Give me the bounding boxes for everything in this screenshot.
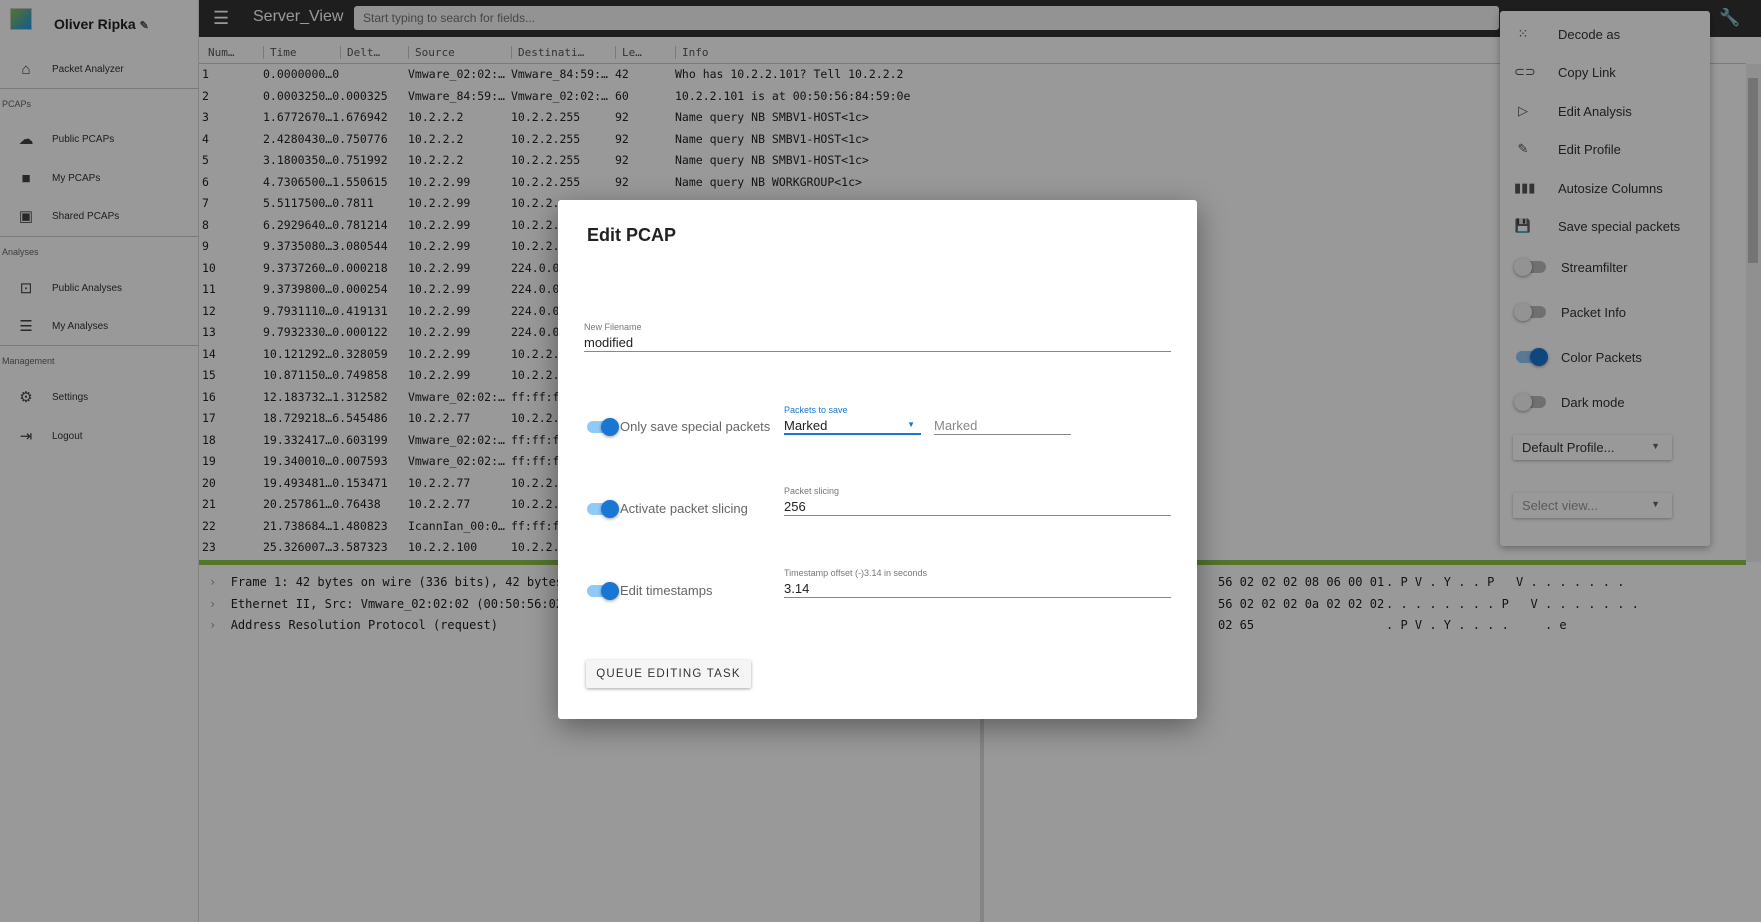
edit-timestamps-switch[interactable] xyxy=(587,582,619,600)
queue-editing-task-button[interactable]: QUEUE EDITING TASK xyxy=(586,660,751,688)
special-packets-switch[interactable] xyxy=(587,418,619,436)
edit-timestamps-label: Edit timestamps xyxy=(620,583,713,598)
marked-field[interactable]: Marked xyxy=(934,405,1071,435)
timestamp-offset-field[interactable]: Timestamp offset (-)3.14 in seconds 3.14 xyxy=(784,568,1171,598)
dialog-title: Edit PCAP xyxy=(587,225,677,245)
chevron-down-icon: ▼ xyxy=(907,420,915,429)
packet-slicing-label: Activate packet slicing xyxy=(620,501,748,516)
packet-slicing-field[interactable]: Packet slicing 256 xyxy=(784,486,1171,516)
filename-field[interactable]: New Filename modified xyxy=(584,322,1171,352)
special-packets-label: Only save special packets xyxy=(620,419,771,434)
packets-to-save-select[interactable]: Packets to save Marked ▼ xyxy=(784,405,921,435)
edit-pcap-dialog: Edit PCAP New Filename modified Only sav… xyxy=(558,200,1197,719)
packet-slicing-switch[interactable] xyxy=(587,500,619,518)
